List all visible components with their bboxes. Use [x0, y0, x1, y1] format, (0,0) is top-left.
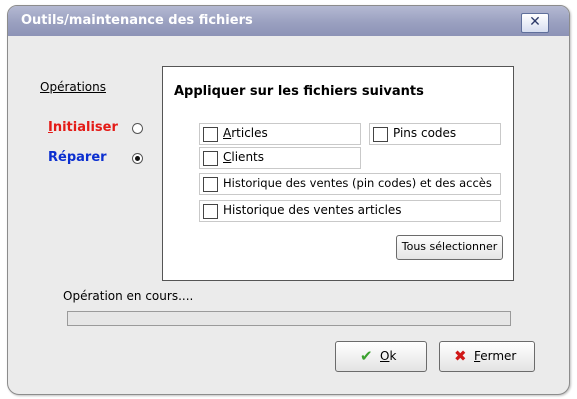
historique-ventes-articles-checkbox[interactable] — [203, 204, 218, 219]
articles-checkbox[interactable] — [203, 127, 218, 142]
pins-codes-label: Pins codes — [393, 126, 457, 140]
reparer-radio[interactable] — [132, 153, 143, 164]
ok-button[interactable]: ✔ Ok — [335, 341, 427, 372]
historique-ventes-articles-checkbox-row[interactable]: Historique des ventes articles — [199, 200, 501, 222]
files-panel: Appliquer sur les fichiers suivants Arti… — [162, 66, 514, 281]
historique-ventes-pin-label: Historique des ventes (pin codes) et des… — [223, 176, 492, 190]
articles-checkbox-row[interactable]: Articles — [199, 123, 361, 145]
operation-initialiser-label[interactable]: Initialiser — [48, 120, 118, 135]
clients-checkbox[interactable] — [203, 151, 218, 166]
title-bar[interactable]: Outils/maintenance des fichiers ✕ — [8, 6, 569, 36]
articles-label: Articles — [223, 126, 268, 140]
maintenance-dialog: Outils/maintenance des fichiers ✕ Opérat… — [7, 5, 570, 395]
close-button[interactable]: ✖ Fermer — [439, 341, 535, 372]
historique-ventes-pin-checkbox[interactable] — [203, 177, 218, 192]
initialiser-radio[interactable] — [132, 123, 143, 134]
select-all-button[interactable]: Tous sélectionner — [396, 235, 503, 260]
progress-bar — [67, 311, 511, 326]
operations-label: Opérations — [40, 80, 106, 94]
historique-ventes-articles-label: Historique des ventes articles — [223, 203, 402, 217]
close-icon: ✕ — [529, 14, 541, 30]
clients-label: Clients — [223, 150, 265, 164]
cross-icon: ✖ — [454, 347, 467, 365]
operation-status-text: Opération en cours.... — [63, 289, 194, 303]
historique-ventes-pin-checkbox-row[interactable]: Historique des ventes (pin codes) et des… — [199, 173, 501, 195]
close-label: Fermer — [474, 349, 517, 363]
ok-label: Ok — [380, 349, 397, 363]
pins-codes-checkbox-row[interactable]: Pins codes — [369, 123, 501, 145]
files-panel-title: Appliquer sur les fichiers suivants — [174, 84, 424, 99]
clients-checkbox-row[interactable]: Clients — [199, 147, 361, 169]
window-close-button[interactable]: ✕ — [521, 13, 549, 33]
operation-reparer-label[interactable]: Réparer — [48, 150, 107, 165]
pins-codes-checkbox[interactable] — [373, 127, 388, 142]
window-title: Outils/maintenance des fichiers — [21, 13, 253, 28]
checkmark-icon: ✔ — [360, 347, 373, 365]
